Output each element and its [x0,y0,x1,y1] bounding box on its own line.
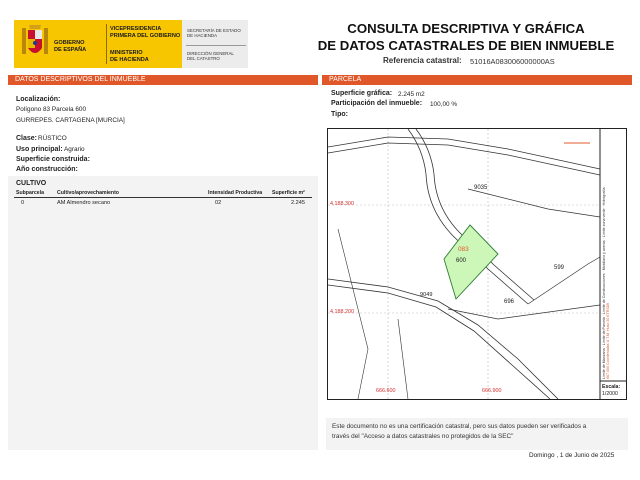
vicepresidencia-label: VICEPRESIDENCIA PRIMERA DEL GOBIERNO [110,26,181,39]
map-projection: 667,000 Coordenadas U.T.M. Huso 30 ETRS8… [606,303,610,379]
localizacion-label: Localización: [16,96,61,103]
section-bar-parcela: PARCELA [322,75,632,85]
uso-label: Uso principal: [16,146,63,153]
tipo-label: Tipo: [331,111,348,118]
anio-construccion-label: Año construcción: [16,166,78,173]
notice-line1: Este documento no es una certificación c… [332,423,587,430]
notice-line2: través del "Acceso a datos catastrales n… [332,433,514,440]
table-header-divider [14,197,312,198]
col-header-intensidad: Intensidad Productiva [208,190,263,196]
parcel-map[interactable]: 083 600 9035 599 696 9049 4.188.300 4.18… [327,128,627,400]
legend-item: Hidrografía [602,187,606,206]
superficie-grafica-value: 2.245 m2 [398,91,425,98]
table-cell-subparcela: 0 [21,200,25,206]
ref-catastral-value: 51016A083006000000AS [470,57,555,66]
parcel-label-9049: 9049 [420,292,433,298]
document-date: Domingo , 1 de Junio de 2025 [529,452,615,459]
secretaria-divider [186,45,246,46]
coord-y-top: 4.188.300 [330,201,354,207]
parcel-label-9035: 9035 [474,185,488,191]
page-title-line1: CONSULTA DESCRIPTIVA Y GRÁFICA [347,21,585,36]
secretaria-label: SECRETARÍA DE ESTADO DE HACIENDA [187,28,241,39]
col-header-superficie: Superficie m² [272,190,305,196]
legend-item: Límite zona verde [602,208,606,238]
map-legend: Límite de Manzana · Límite de Parcela · … [602,187,610,379]
superficie-grafica-label: Superficie gráfica: [331,90,393,97]
parcel-label-599: 599 [554,265,565,271]
coord-y-bottom: 4.188.200 [330,309,354,315]
clase-value: RÚSTICO [38,135,67,142]
parcel-number: 600 [456,258,467,264]
logo-divider [106,24,107,64]
notice-box: Este documento no es una certificación c… [326,418,628,450]
page-title-line2: DE DATOS CATASTRALES DE BIEN INMUEBLE [317,38,615,53]
clase-label: Clase: [16,135,38,142]
coord-x-left: 666.600 [376,388,396,394]
table-cell-superficie: 2.245 [291,200,305,206]
coord-x-right: 666.900 [482,388,502,394]
cultivo-title: CULTIVO [16,180,47,187]
col-header-cultivo: Cultivo/aprovechamiento [57,190,119,196]
gobierno-label: GOBIERNO DE ESPAÑA [54,40,87,53]
table-cell-cultivo: AM Almendro secano [57,200,111,206]
participacion-value: 100,00 % [430,101,458,108]
table-cell-intensidad: 02 [215,200,222,206]
parcel-map-drawing [328,129,626,399]
participacion-label: Participación del inmueble: [331,100,423,107]
section-bar-datos: DATOS DESCRIPTIVOS DEL INMUEBLE [8,75,318,85]
superficie-construida-label: Superficie construida: [16,156,90,163]
scale-value: 1/2000 [602,391,618,397]
parcel-label-696: 696 [504,299,515,305]
parcel-number-red: 083 [458,246,469,253]
col-header-subparcela: Subparcela [16,190,44,196]
direccion-label: DIRECCIÓN GENERAL DEL CATASTRO [187,51,234,62]
ref-catastral-label: Referencia catastral: [383,56,462,65]
scale-label: Escala: [602,384,621,390]
coat-of-arms-icon [22,25,48,54]
ministerio-label: MINISTERIO DE HACIENDA [110,50,149,63]
legend-item: Mobiliario y aceras [602,240,606,271]
localizacion-line2: GURREPES. CARTAGENA [MURCIA] [16,117,125,124]
localizacion-line1: Polígono 83 Parcela 600 [16,106,86,113]
uso-value: Agrario [64,146,85,153]
cultivo-panel [8,176,318,450]
